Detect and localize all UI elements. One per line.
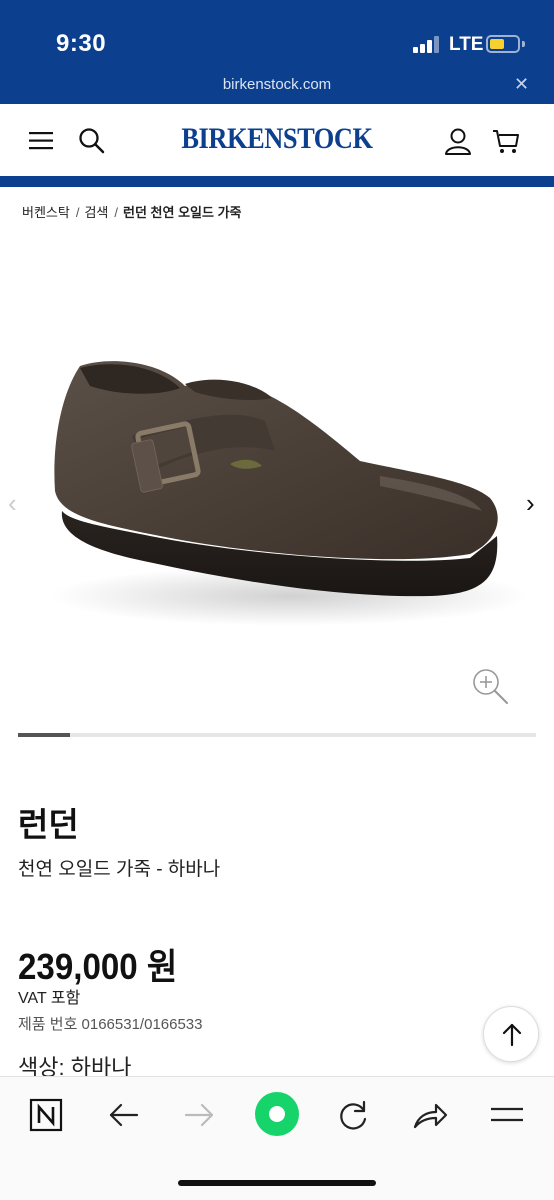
network-label: LTE: [449, 34, 484, 55]
green-dot-icon[interactable]: [254, 1091, 300, 1137]
product-image[interactable]: [0, 236, 554, 736]
breadcrumb-item-home[interactable]: 버켄스탁: [22, 205, 70, 220]
menu-icon[interactable]: [487, 1095, 527, 1135]
close-icon[interactable]: ✕: [514, 74, 529, 95]
status-time: 9:30: [56, 30, 107, 57]
breadcrumb-separator: /: [75, 205, 80, 220]
share-icon[interactable]: [410, 1095, 450, 1135]
battery-icon: [486, 35, 520, 53]
product-subtitle: 천연 오일드 가죽 - 하바나: [18, 859, 221, 880]
header-divider: [0, 176, 554, 187]
forward-icon[interactable]: [180, 1095, 220, 1135]
naver-icon[interactable]: [26, 1095, 66, 1135]
product-sku: 제품 번호 0166531/0166533: [18, 1016, 203, 1033]
user-icon[interactable]: [443, 126, 473, 156]
gallery-progress-fill: [18, 733, 70, 737]
gallery-progress: [18, 733, 536, 737]
breadcrumb-separator: /: [114, 205, 119, 220]
breadcrumb: 버켄스탁 / 검색 / 런던 천연 오일드 가죽: [22, 202, 246, 221]
carousel-next-icon[interactable]: ›: [526, 488, 535, 519]
signal-icon: [413, 36, 441, 53]
color-selector-label: 색상: 하바나: [18, 1050, 131, 1076]
color-label: 색상:: [18, 1055, 65, 1076]
breadcrumb-item-search[interactable]: 검색: [84, 205, 108, 220]
carousel-prev-icon[interactable]: ‹: [8, 488, 17, 519]
reload-icon[interactable]: [333, 1095, 373, 1135]
back-icon[interactable]: [103, 1095, 143, 1135]
back-to-top-button[interactable]: [483, 1006, 539, 1062]
product-price: 239,000 원: [18, 946, 178, 987]
status-bar: 9:30 LTE birkenstock.com ✕: [0, 0, 554, 104]
product-title: 런던: [18, 806, 79, 843]
color-value: 하바나: [70, 1055, 132, 1076]
home-indicator: [178, 1180, 376, 1186]
arrow-up-icon: [502, 1023, 522, 1047]
site-header: BIRKENSTOCK: [0, 104, 554, 176]
cart-icon[interactable]: [491, 126, 521, 156]
vat-note: VAT 포함: [18, 990, 81, 1007]
zoom-in-icon[interactable]: [470, 666, 510, 706]
url-bar[interactable]: birkenstock.com: [0, 76, 554, 93]
breadcrumb-item-current: 런던 천연 오일드 가죽: [123, 205, 242, 220]
